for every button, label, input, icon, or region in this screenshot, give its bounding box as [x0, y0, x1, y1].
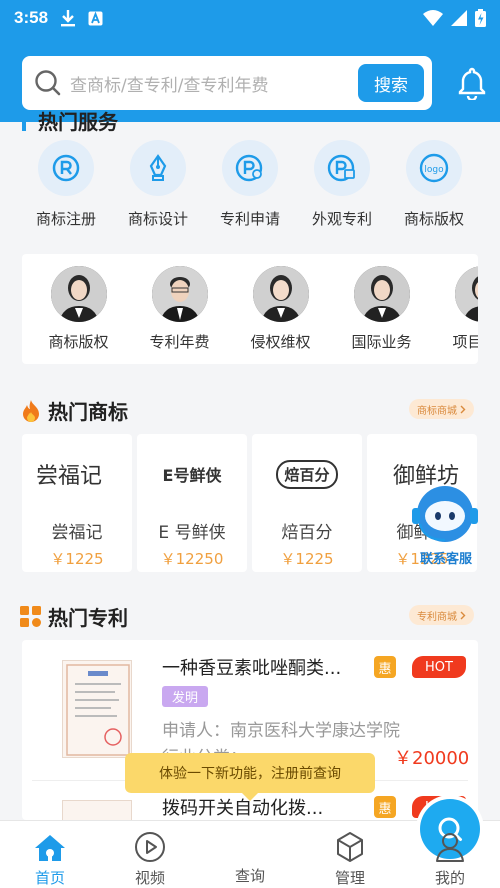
- service-logo-copyright[interactable]: logo 商标版权: [390, 140, 478, 229]
- avatar: [50, 266, 107, 322]
- trademark-card[interactable]: 焙百分 焙百分 ￥1225: [252, 434, 362, 572]
- consultant-item[interactable]: 国际业务: [331, 266, 432, 352]
- service-trademark-design[interactable]: 商标设计: [114, 140, 202, 229]
- pen-nib-icon: [149, 154, 167, 181]
- consultant-label: 商标版权: [48, 333, 109, 351]
- consultant-row: 商标版权 专利年费 侵权维权 国际业务 项目申报: [22, 254, 478, 364]
- signal-icon: [451, 10, 467, 26]
- consultant-item[interactable]: 项目申报: [432, 266, 478, 352]
- app-notification-icon: [88, 11, 103, 25]
- patent-certificate-image: [62, 800, 132, 820]
- patent-mall-button[interactable]: 专利商城: [409, 605, 474, 625]
- bottom-tab-bar: 首页 视频 查询 管理 我的: [0, 799, 500, 888]
- trademark-logo: E号鲜侠: [162, 466, 222, 485]
- patent-applicant: 申请人：南京医科大学康达学院: [162, 721, 400, 741]
- trademark-price: ￥1225: [50, 550, 104, 568]
- search-button[interactable]: 搜索: [358, 64, 424, 102]
- search-icon: [35, 70, 61, 96]
- service-label: 商标版权: [403, 210, 464, 228]
- consultant-label: 国际业务: [351, 333, 412, 351]
- tab-search[interactable]: 查询: [200, 799, 480, 888]
- avatar: [454, 266, 478, 322]
- consultant-label: 专利年费: [149, 333, 210, 351]
- consultant-item[interactable]: 侵权维权: [230, 266, 331, 352]
- service-trademark-register[interactable]: 商标注册: [22, 140, 110, 229]
- discount-badge: 惠: [374, 656, 396, 678]
- tab-label: 首页: [34, 869, 65, 887]
- trademark-name: E 号鲜侠: [158, 523, 226, 543]
- tab-video[interactable]: 视频: [100, 821, 200, 888]
- battery-icon: [475, 9, 486, 27]
- user-icon: [436, 833, 464, 862]
- trademark-name: 焙百分: [281, 523, 333, 543]
- cube-icon: [337, 832, 363, 862]
- grid-icon: [20, 605, 41, 627]
- tab-home[interactable]: 首页: [0, 821, 100, 888]
- customer-service-button[interactable]: 联系客服: [408, 480, 482, 570]
- tab-label: 管理: [334, 869, 365, 887]
- service-label: 商标注册: [35, 210, 96, 228]
- customer-service-label: 联系客服: [419, 552, 472, 567]
- service-label: 专利申请: [219, 210, 280, 228]
- status-time: 3:58: [14, 8, 49, 27]
- service-grid: 商标注册 商标设计 专利申请 外观专利 logo 商标版权: [22, 140, 478, 229]
- trademark-card[interactable]: E号鲜侠 E 号鲜侠 ￥12250: [137, 434, 247, 572]
- fire-icon: [23, 399, 39, 422]
- feature-tooltip[interactable]: 体验一下新功能，注册前查询: [125, 753, 375, 801]
- tab-label: 查询: [234, 867, 265, 885]
- trademark-logo: 焙百分: [252, 434, 362, 514]
- consultant-item[interactable]: 商标版权: [28, 266, 129, 352]
- patent-type-tag: 发明: [162, 686, 209, 707]
- design-patent-icon: [327, 154, 355, 182]
- patent-price: ￥20000: [394, 748, 470, 769]
- home-icon: [35, 835, 65, 861]
- hot-badge: HOT: [412, 656, 466, 678]
- robot-icon: [412, 486, 478, 542]
- service-label: 商标设计: [127, 210, 188, 228]
- patent-title: 一种香豆素吡唑酮类...: [162, 658, 342, 679]
- trademark-card[interactable]: 尝福记 尝福记 ￥1225: [22, 434, 132, 572]
- wifi-icon: [423, 10, 443, 26]
- patent-certificate-image: [62, 660, 132, 758]
- tab-label: 我的: [434, 869, 465, 887]
- service-label: 外观专利: [311, 210, 372, 228]
- tab-label: 视频: [134, 869, 165, 887]
- chevron-right-icon: [460, 611, 466, 619]
- consultant-item[interactable]: 专利年费: [129, 266, 230, 352]
- service-patent-apply[interactable]: 专利申请: [206, 140, 294, 229]
- avatar: [353, 266, 410, 322]
- service-design-patent[interactable]: 外观专利: [298, 140, 386, 229]
- chevron-right-icon: [460, 405, 466, 413]
- discount-badge: 惠: [374, 796, 396, 818]
- trademark-price: ￥1225: [280, 550, 334, 568]
- bell-icon[interactable]: [456, 66, 488, 100]
- trademark-price: ￥12250: [160, 550, 224, 568]
- status-bar: 3:58: [0, 0, 500, 36]
- patent-apply-icon: [235, 154, 263, 182]
- consultant-label: 侵权维权: [250, 333, 311, 351]
- trademark-mall-button[interactable]: 商标商城: [409, 399, 474, 419]
- trademark-register-icon: [52, 154, 80, 182]
- tab-profile[interactable]: 我的: [400, 821, 500, 888]
- hot-trademarks-title: 热门商标: [20, 396, 128, 425]
- download-icon: [61, 10, 76, 27]
- trademark-name: 尝福记: [51, 523, 103, 543]
- trademark-logo: 尝福记: [36, 464, 103, 489]
- svg-text:logo: logo: [424, 165, 444, 175]
- consultant-label: 项目申报: [452, 333, 478, 351]
- avatar: [151, 266, 208, 322]
- logo-copyright-icon: logo: [419, 153, 449, 183]
- avatar: [252, 266, 309, 322]
- search-input[interactable]: 查商标/查专利/查专利年费: [70, 71, 358, 96]
- hot-patents-title: 热门专利: [20, 602, 128, 631]
- search-bar[interactable]: 查商标/查专利/查专利年费 搜索: [22, 56, 432, 110]
- hot-services-title: 热门服务: [22, 106, 118, 135]
- play-icon: [135, 832, 165, 862]
- tab-manage[interactable]: 管理: [300, 821, 400, 888]
